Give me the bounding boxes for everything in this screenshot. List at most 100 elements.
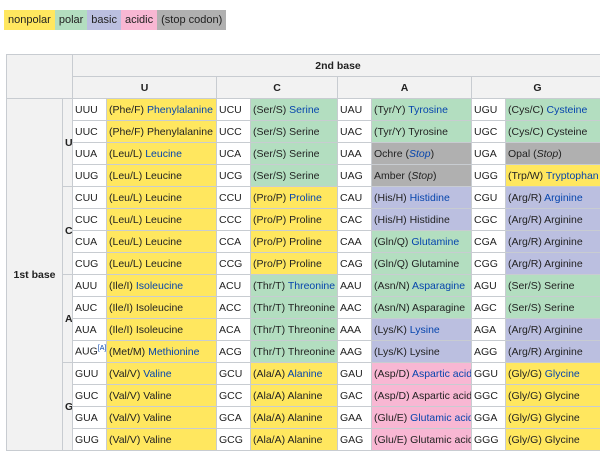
amino-acid-name: Serine bbox=[289, 126, 319, 138]
amino-acid-name: Cysteine bbox=[547, 126, 588, 138]
amino-abbr: (Lys/K) bbox=[374, 324, 410, 336]
codon-label: CGU bbox=[474, 192, 497, 204]
codon-label: GGG bbox=[474, 434, 499, 446]
amino-acid-link[interactable]: Cysteine bbox=[547, 104, 588, 116]
amino-acid-link[interactable]: Asparagine bbox=[412, 280, 465, 292]
codon-cell: GUA bbox=[73, 407, 107, 429]
footnote-link[interactable]: [A] bbox=[98, 345, 107, 352]
amino-acid-name: Lysine bbox=[410, 346, 440, 358]
codon-label: CCC bbox=[219, 214, 242, 226]
column-header-G: G bbox=[472, 77, 600, 99]
row-base-U: U bbox=[63, 99, 73, 187]
codon-label: UCG bbox=[219, 170, 242, 182]
amino-acid-link[interactable]: Methionine bbox=[148, 346, 199, 358]
codon-cell: GGC bbox=[472, 385, 506, 407]
amino-acid-cell: (Leu/L) Leucine bbox=[107, 143, 217, 165]
codon-cell: AUC bbox=[73, 297, 107, 319]
amino-acid-cell: (Gln/Q) Glutamine bbox=[372, 231, 472, 253]
amino-acid-cell: (Leu/L) Leucine bbox=[107, 253, 217, 275]
amino-acid-cell: (Thr/T) Threonine bbox=[251, 341, 338, 363]
amino-acid-cell: (Ala/A) Alanine bbox=[251, 363, 338, 385]
codon-label: CAA bbox=[340, 236, 362, 248]
amino-acid-link[interactable]: Histidine bbox=[410, 192, 450, 204]
codon-cell: CUA bbox=[73, 231, 107, 253]
amino-acid-cell: (Val/V) Valine bbox=[107, 429, 217, 451]
codon-cell: UCU bbox=[217, 99, 251, 121]
amino-abbr: (Thr/T) bbox=[253, 302, 288, 314]
amino-acid-link[interactable]: Glycine bbox=[545, 368, 580, 380]
amino-acid-cell: (Ile/I) Isoleucine bbox=[107, 275, 217, 297]
amino-abbr: (Asn/N) bbox=[374, 302, 412, 314]
amino-acid-cell: (Cys/C) Cysteine bbox=[506, 121, 600, 143]
table-row: GUC(Val/V) ValineGCC(Ala/A) AlanineGAC(A… bbox=[7, 385, 600, 407]
codon-label: GAG bbox=[340, 434, 363, 446]
codon-label: ACU bbox=[219, 280, 241, 292]
codon-cell: CCU bbox=[217, 187, 251, 209]
amino-suffix: ) bbox=[558, 148, 562, 160]
amino-abbr: Amber ( bbox=[374, 170, 411, 182]
codon-cell: CAG bbox=[338, 253, 372, 275]
legend: nonpolarpolarbasicacidic(stop codon) bbox=[4, 10, 226, 30]
codon-label: GUU bbox=[75, 368, 98, 380]
amino-abbr: (Phe/F) bbox=[109, 126, 147, 138]
amino-acid-name: Leucine bbox=[145, 192, 182, 204]
amino-acid-cell: (Thr/T) Threonine bbox=[251, 319, 338, 341]
amino-acid-name: Isoleucine bbox=[136, 302, 183, 314]
amino-acid-link[interactable]: Phenylalanine bbox=[147, 104, 213, 116]
amino-acid-link[interactable]: Proline bbox=[289, 192, 322, 204]
amino-acid-name: Proline bbox=[289, 258, 322, 270]
codon-label: CAG bbox=[340, 258, 363, 270]
table-row: AUC(Ile/I) IsoleucineACC(Thr/T) Threonin… bbox=[7, 297, 600, 319]
amino-abbr: (Arg/R) bbox=[508, 236, 544, 248]
codon-label: ACC bbox=[219, 302, 241, 314]
amino-acid-link[interactable]: Tryptophan bbox=[546, 170, 599, 182]
amino-acid-cell: (Asp/D) Aspartic acid bbox=[372, 385, 472, 407]
amino-acid-cell: (Val/V) Valine bbox=[107, 385, 217, 407]
amino-acid-link[interactable]: Alanine bbox=[287, 368, 322, 380]
codon-table: 2nd base UCAG 1st baseUUUU(Phe/F) Phenyl… bbox=[6, 54, 600, 451]
amino-acid-link[interactable]: Glutamine bbox=[411, 236, 459, 248]
amino-abbr: (Val/V) bbox=[109, 412, 143, 424]
codon-cell: UUC bbox=[73, 121, 107, 143]
codon-cell: GCG bbox=[217, 429, 251, 451]
amino-acid-cell: (Trp/W) Tryptophan bbox=[506, 165, 600, 187]
amino-acid-name: Arginine bbox=[544, 258, 583, 270]
codon-label: CAC bbox=[340, 214, 362, 226]
amino-acid-name: Arginine bbox=[544, 236, 583, 248]
amino-abbr: (Ser/S) bbox=[253, 104, 289, 116]
amino-acid-link[interactable]: Tyrosine bbox=[408, 104, 448, 116]
codon-cell: AAA bbox=[338, 319, 372, 341]
codon-cell: CCG bbox=[217, 253, 251, 275]
amino-acid-name: Valine bbox=[143, 434, 171, 446]
amino-acid-name: Threonine bbox=[288, 324, 335, 336]
amino-acid-cell: Opal (Stop) bbox=[506, 143, 600, 165]
amino-acid-link[interactable]: Aspartic acid bbox=[412, 368, 472, 380]
codon-label: GGC bbox=[474, 390, 498, 402]
amino-acid-link[interactable]: Lysine bbox=[410, 324, 440, 336]
table-row: AUG[A](Met/M) MethionineACG(Thr/T) Threo… bbox=[7, 341, 600, 363]
amino-acid-link[interactable]: Glutamic acid bbox=[410, 412, 471, 424]
codon-cell: GAA bbox=[338, 407, 372, 429]
amino-acid-link[interactable]: Threonine bbox=[288, 280, 335, 292]
amino-acid-link[interactable]: Valine bbox=[143, 368, 171, 380]
codon-cell: UCA bbox=[217, 143, 251, 165]
amino-acid-cell: (His/H) Histidine bbox=[372, 209, 472, 231]
amino-acid-cell: (Lys/K) Lysine bbox=[372, 341, 472, 363]
amino-acid-link[interactable]: Stop bbox=[409, 148, 431, 160]
amino-acid-link[interactable]: Arginine bbox=[544, 192, 583, 204]
codon-cell: UUU bbox=[73, 99, 107, 121]
amino-abbr: (Val/V) bbox=[109, 368, 143, 380]
amino-acid-cell: (Met/M) Methionine bbox=[107, 341, 217, 363]
codon-cell: GGA bbox=[472, 407, 506, 429]
amino-acid-cell: (Thr/T) Threonine bbox=[251, 275, 338, 297]
row-base-A: A bbox=[63, 275, 73, 363]
amino-acid-link[interactable]: Isoleucine bbox=[136, 280, 183, 292]
amino-abbr: (Ser/S) bbox=[253, 148, 289, 160]
amino-acid-link[interactable]: Serine bbox=[289, 104, 319, 116]
codon-label: AAU bbox=[340, 280, 362, 292]
codon-label: UAU bbox=[340, 104, 362, 116]
amino-acid-link[interactable]: Leucine bbox=[145, 148, 182, 160]
amino-abbr: (Ala/A) bbox=[253, 434, 287, 446]
amino-abbr: (Arg/R) bbox=[508, 214, 544, 226]
codon-label: UCU bbox=[219, 104, 242, 116]
